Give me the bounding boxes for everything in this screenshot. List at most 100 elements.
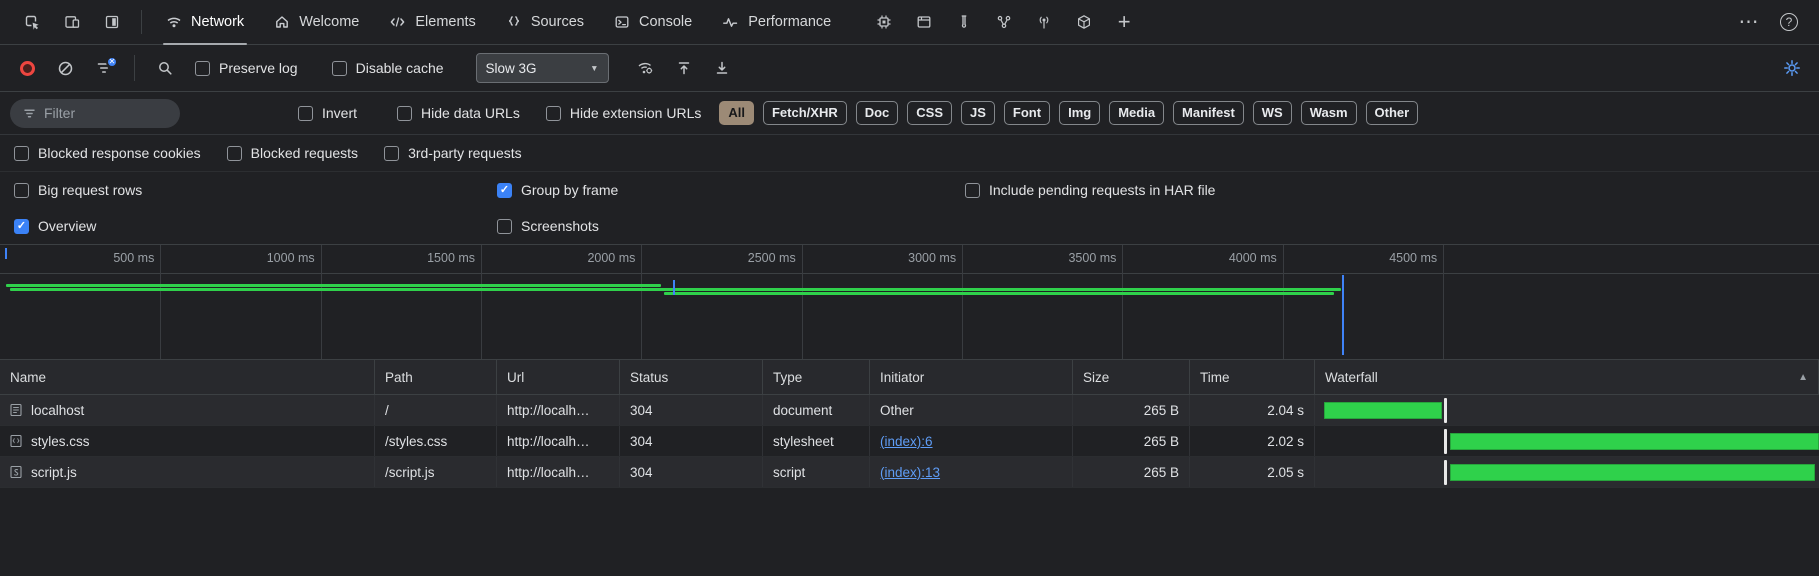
help-button[interactable]: ? — [1769, 5, 1809, 39]
checkbox-label: 3rd-party requests — [408, 145, 522, 161]
overview-tick-label: 2000 ms — [587, 251, 636, 265]
more-tools-button[interactable]: + — [1104, 5, 1144, 39]
waterfall-bar[interactable] — [1450, 433, 1819, 450]
inspect-element-button[interactable] — [12, 5, 52, 39]
import-har-button[interactable] — [676, 60, 692, 76]
waterfall-event-tick — [1444, 460, 1447, 485]
checkbox-include-pending-har[interactable]: Include pending requests in HAR file — [965, 172, 1215, 208]
memory-tool-button[interactable] — [944, 5, 984, 39]
request-type-filters: All Fetch/XHR Doc CSS JS Font Img Media … — [719, 100, 1419, 126]
filter-type-doc[interactable]: Doc — [855, 100, 899, 126]
request-name: script.js — [31, 464, 77, 480]
overview-gridline — [1282, 245, 1284, 359]
view-3d-tool-button[interactable] — [1064, 5, 1104, 39]
tab-console[interactable]: Console — [599, 0, 707, 45]
time-cell: 2.04 s — [1190, 395, 1315, 425]
request-name: styles.css — [31, 433, 90, 449]
checkbox-label: Hide extension URLs — [569, 105, 702, 121]
cpu-tool-button[interactable] — [864, 5, 904, 39]
column-header-waterfall[interactable]: Waterfall ▲ — [1315, 360, 1819, 394]
overview-request-bar — [6, 284, 661, 287]
filter-type-other[interactable]: Other — [1365, 100, 1419, 126]
filter-input[interactable] — [44, 105, 167, 121]
checkbox-invert[interactable]: Invert — [298, 105, 357, 121]
initiator-link[interactable]: (index):6 — [880, 434, 933, 449]
broadcast-tool-button[interactable] — [1024, 5, 1064, 39]
size-cell: 265 B — [1073, 426, 1190, 456]
record-network-log-button[interactable] — [20, 60, 35, 76]
filter-type-css[interactable]: CSS — [907, 100, 953, 126]
clear-network-log-button[interactable] — [57, 60, 74, 77]
checkbox-label: Group by frame — [521, 182, 619, 198]
checkbox-big-request-rows[interactable]: Big request rows — [14, 172, 142, 208]
url-cell: http://localh… — [497, 426, 620, 456]
checkbox-disable-cache[interactable]: Disable cache — [331, 60, 444, 76]
filter-type-fetch-xhr[interactable]: Fetch/XHR — [762, 100, 847, 126]
column-header-path[interactable]: Path — [375, 360, 497, 394]
checkbox-hide-data-urls[interactable]: Hide data URLs — [397, 105, 520, 121]
throttling-select[interactable]: Slow 3G ▼ — [475, 53, 609, 83]
checkbox-hide-extension-urls[interactable]: Hide extension URLs — [545, 105, 702, 121]
export-har-button[interactable] — [714, 60, 730, 76]
network-overview-timeline[interactable]: 500 ms 1000 ms 1500 ms 2000 ms 2500 ms 3000 m… — [0, 245, 1819, 360]
checkbox-label: Preserve log — [219, 60, 298, 76]
application-tool-button[interactable] — [904, 5, 944, 39]
overview-tick-label: 4500 ms — [1389, 251, 1438, 265]
checkbox-3rd-party-requests[interactable]: 3rd-party requests — [384, 145, 522, 161]
filter-type-wasm[interactable]: Wasm — [1300, 100, 1357, 126]
network-settings-button[interactable] — [1783, 59, 1801, 77]
checkbox-screenshots[interactable]: Screenshots — [497, 208, 599, 244]
request-name-cell: styles.css — [0, 426, 375, 456]
cube-icon — [1076, 14, 1092, 30]
checkbox-preserve-log[interactable]: Preserve log — [195, 60, 298, 76]
filter-type-img[interactable]: Img — [1059, 100, 1101, 126]
search-button[interactable] — [157, 60, 173, 76]
waterfall-cell[interactable] — [1315, 426, 1819, 456]
filter-toggle-button[interactable]: ✕ — [96, 56, 118, 76]
checkbox-blocked-requests[interactable]: Blocked requests — [226, 145, 358, 161]
checkbox-group-by-frame[interactable]: Group by frame — [497, 172, 618, 208]
filter-type-all[interactable]: All — [719, 100, 754, 126]
overview-gridline — [481, 245, 483, 359]
waterfall-cell[interactable] — [1315, 395, 1819, 425]
dock-side-button[interactable] — [92, 5, 132, 39]
network-conditions-button[interactable] — [637, 60, 654, 76]
checkbox-overview[interactable]: Overview — [14, 208, 96, 244]
filter-type-manifest[interactable]: Manifest — [1173, 100, 1244, 126]
tab-performance[interactable]: Performance — [707, 0, 846, 45]
checkbox-box — [14, 145, 29, 161]
waterfall-bar[interactable] — [1324, 402, 1442, 419]
table-row-script-js[interactable]: script.js /script.js http://localh… 304 … — [0, 457, 1819, 488]
checkbox-box — [497, 218, 512, 234]
filter-type-js[interactable]: JS — [961, 100, 995, 126]
initiator-link[interactable]: (index):13 — [880, 465, 940, 480]
customize-devtools-button[interactable]: ⋯ — [1729, 5, 1769, 39]
column-header-status[interactable]: Status — [620, 360, 763, 394]
filter-type-font[interactable]: Font — [1003, 100, 1051, 126]
tab-welcome[interactable]: Welcome — [259, 0, 374, 45]
waterfall-bar[interactable] — [1450, 464, 1815, 481]
detached-elements-tool-button[interactable] — [984, 5, 1024, 39]
column-header-initiator[interactable]: Initiator — [870, 360, 1073, 394]
tab-elements[interactable]: Elements — [374, 0, 490, 45]
table-row-styles-css[interactable]: styles.css /styles.css http://localh… 30… — [0, 426, 1819, 457]
checkbox-blocked-response-cookies[interactable]: Blocked response cookies — [14, 145, 201, 161]
overview-event-dcl-line — [673, 280, 676, 295]
device-toolbar-button[interactable] — [52, 5, 92, 39]
waterfall-cell[interactable] — [1315, 457, 1819, 487]
filter-type-ws[interactable]: WS — [1252, 100, 1292, 126]
table-row-localhost[interactable]: localhost / http://localh… 304 document … — [0, 395, 1819, 426]
filter-type-media[interactable]: Media — [1109, 100, 1165, 126]
status-cell: 304 — [620, 457, 763, 487]
tab-sources[interactable]: Sources — [491, 0, 599, 45]
tab-label: Sources — [530, 14, 585, 30]
column-header-type[interactable]: Type — [763, 360, 870, 394]
tab-network[interactable]: Network — [151, 0, 259, 45]
column-header-size[interactable]: Size — [1073, 360, 1190, 394]
column-header-time[interactable]: Time — [1190, 360, 1315, 394]
checkbox-box — [545, 105, 561, 121]
tabbar-divider — [141, 10, 142, 34]
column-header-name[interactable]: Name — [0, 360, 375, 394]
request-name-cell: script.js — [0, 457, 375, 487]
column-header-url[interactable]: Url — [497, 360, 620, 394]
